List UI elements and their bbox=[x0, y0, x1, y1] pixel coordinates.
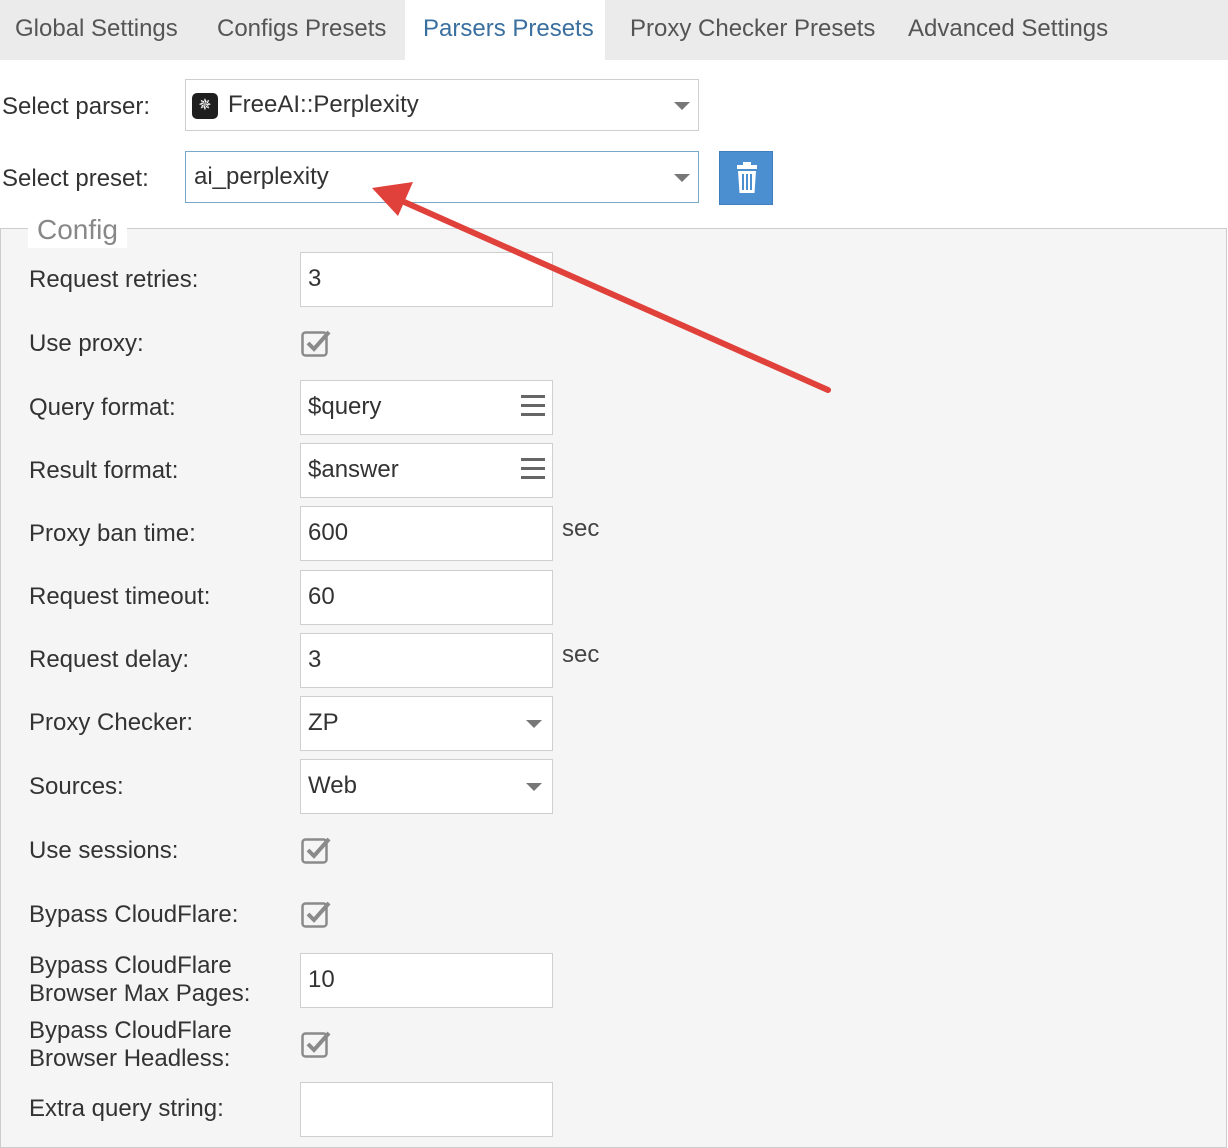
bypass-cf-max-pages-label: Bypass CloudFlare Browser Max Pages: bbox=[29, 952, 250, 1008]
menu-icon[interactable] bbox=[521, 458, 545, 480]
bypass-cf-headless-label-line1: Bypass CloudFlare bbox=[29, 1017, 232, 1044]
query-format-input[interactable]: $query bbox=[300, 380, 553, 435]
chevron-down-icon bbox=[674, 102, 690, 110]
proxy-checker-value: ZP bbox=[308, 709, 339, 736]
config-legend: Config bbox=[28, 212, 127, 248]
chevron-down-icon bbox=[526, 720, 542, 728]
use-proxy-label: Use proxy: bbox=[29, 330, 144, 357]
config-fieldset bbox=[0, 228, 1227, 1148]
bypass-cf-headless-label-line2: Browser Headless: bbox=[29, 1045, 231, 1072]
preset-select-value: ai_perplexity bbox=[194, 163, 329, 190]
tab-parsers-presets[interactable]: Parsers Presets bbox=[405, 0, 605, 60]
use-proxy-checkbox[interactable] bbox=[301, 329, 331, 357]
bypass-cloudflare-label: Bypass CloudFlare: bbox=[29, 901, 239, 928]
menu-icon[interactable] bbox=[521, 395, 545, 417]
query-format-label: Query format: bbox=[29, 394, 176, 421]
chevron-down-icon bbox=[526, 783, 542, 791]
trash-icon bbox=[737, 162, 757, 193]
result-format-input[interactable]: $answer bbox=[300, 443, 553, 498]
use-sessions-label: Use sessions: bbox=[29, 837, 179, 864]
proxy-checker-label: Proxy Checker: bbox=[29, 709, 194, 736]
bypass-cloudflare-checkbox[interactable] bbox=[301, 900, 331, 928]
request-delay-label: Request delay: bbox=[29, 646, 190, 673]
bypass-cf-max-pages-input[interactable]: 10 bbox=[300, 953, 553, 1008]
tab-global-settings[interactable]: Global Settings bbox=[0, 0, 193, 60]
request-timeout-value: 60 bbox=[308, 583, 335, 610]
select-preset-label: Select preset: bbox=[2, 165, 149, 192]
select-parser-label: Select parser: bbox=[2, 93, 151, 120]
proxy-ban-time-input[interactable]: 600 bbox=[300, 506, 553, 561]
bypass-cf-headless-checkbox[interactable] bbox=[301, 1030, 331, 1058]
bypass-cf-max-pages-value: 10 bbox=[308, 966, 335, 993]
chevron-down-icon bbox=[674, 174, 690, 182]
bypass-cf-max-pages-label-line2: Browser Max Pages: bbox=[29, 980, 251, 1007]
preset-select[interactable]: ai_perplexity bbox=[185, 151, 699, 203]
request-retries-label: Request retries: bbox=[29, 266, 199, 293]
request-delay-unit: sec bbox=[562, 641, 600, 668]
use-sessions-checkbox[interactable] bbox=[301, 836, 331, 864]
proxy-ban-time-value: 600 bbox=[308, 519, 349, 546]
request-retries-value: 3 bbox=[308, 265, 322, 292]
extra-query-string-input[interactable] bbox=[300, 1082, 553, 1137]
tab-proxy-checker-presets[interactable]: Proxy Checker Presets bbox=[615, 0, 890, 60]
parser-select[interactable]: ✵ FreeAI::Perplexity bbox=[185, 79, 699, 131]
parser-select-value: FreeAI::Perplexity bbox=[228, 91, 419, 118]
tab-configs-presets[interactable]: Configs Presets bbox=[202, 0, 401, 60]
tab-bar: Global Settings Configs Presets Parsers … bbox=[0, 0, 1228, 60]
request-delay-input[interactable]: 3 bbox=[300, 633, 553, 688]
request-retries-input[interactable]: 3 bbox=[300, 252, 553, 307]
query-format-value: $query bbox=[308, 393, 382, 420]
request-timeout-input[interactable]: 60 bbox=[300, 570, 553, 625]
sources-label: Sources: bbox=[29, 773, 124, 800]
tab-advanced-settings[interactable]: Advanced Settings bbox=[893, 0, 1123, 60]
perplexity-logo-icon: ✵ bbox=[192, 93, 218, 119]
proxy-checker-select[interactable]: ZP bbox=[300, 696, 553, 751]
result-format-label: Result format: bbox=[29, 457, 179, 484]
request-timeout-label: Request timeout: bbox=[29, 583, 211, 610]
proxy-ban-time-label: Proxy ban time: bbox=[29, 520, 196, 547]
sources-value: Web bbox=[308, 772, 357, 799]
sources-select[interactable]: Web bbox=[300, 759, 553, 814]
request-delay-value: 3 bbox=[308, 646, 322, 673]
delete-preset-button[interactable] bbox=[719, 151, 773, 205]
result-format-value: $answer bbox=[308, 456, 399, 483]
proxy-ban-time-unit: sec bbox=[562, 515, 600, 542]
bypass-cf-headless-label: Bypass CloudFlare Browser Headless: bbox=[29, 1017, 232, 1073]
extra-query-string-label: Extra query string: bbox=[29, 1095, 224, 1122]
bypass-cf-max-pages-label-line1: Bypass CloudFlare bbox=[29, 952, 232, 979]
